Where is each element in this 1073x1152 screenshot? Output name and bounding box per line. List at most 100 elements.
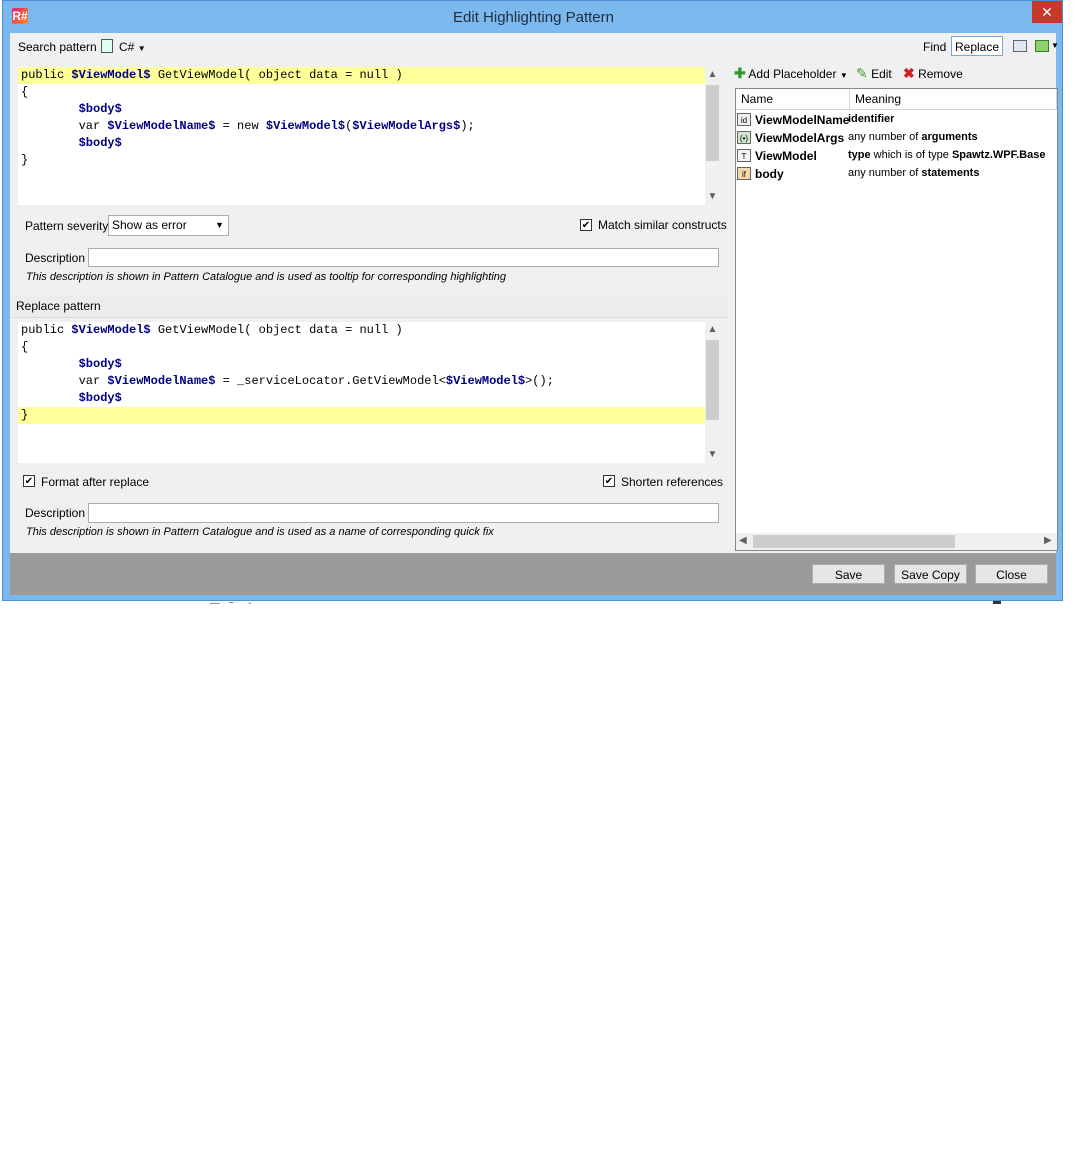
replace-description-hint: This description is shown in Pattern Cat… <box>26 526 494 538</box>
options-icon[interactable] <box>1013 40 1027 52</box>
shorten-references-label: Shorten references <box>621 475 724 489</box>
save-copy-button[interactable]: Save Copy <box>894 564 967 584</box>
placeholder-token: $ViewModel$ <box>265 119 346 133</box>
find-mode-button[interactable]: Find <box>923 40 946 54</box>
shorten-references-checkbox[interactable]: ✔ <box>603 475 615 487</box>
meaning-text: type <box>848 149 871 161</box>
window-title: Edit Highlighting Pattern <box>453 9 614 26</box>
match-similar-checkbox[interactable]: ✔ <box>580 219 592 231</box>
meaning-text: any number of <box>848 131 922 143</box>
language-value: C# <box>119 40 135 54</box>
chevron-down-icon: ▼ <box>839 71 848 80</box>
code-line: { <box>18 84 705 101</box>
code-token: public <box>21 323 72 337</box>
meaning-text: arguments <box>921 131 978 143</box>
placeholder-row[interactable]: if body any number of statements <box>736 165 1057 183</box>
code-token: ); <box>460 119 475 133</box>
pattern-severity-label: Pattern severity <box>25 219 109 233</box>
chevron-down-icon[interactable]: ▼ <box>1051 41 1059 50</box>
search-description-label: Description <box>25 251 86 265</box>
code-line: $body$ <box>18 390 705 407</box>
arguments-icon: (•) <box>737 131 751 144</box>
placeholder-meaning: any number of arguments <box>848 131 978 143</box>
pattern-severity-value: Show as error <box>112 218 187 232</box>
column-header-meaning[interactable]: Meaning <box>850 89 1057 110</box>
column-header-name[interactable]: Name <box>736 89 850 110</box>
code-token: = _serviceLocator.GetViewModel< <box>215 374 446 388</box>
replace-description-input[interactable] <box>88 503 719 523</box>
remove-placeholder-button[interactable]: ✖ Remove <box>903 65 963 82</box>
scroll-thumb[interactable] <box>753 535 955 548</box>
code-token: } <box>21 153 29 167</box>
remove-label: Remove <box>918 67 963 81</box>
code-token: var <box>21 374 108 388</box>
code-line: var $ViewModelName$ = _serviceLocator.Ge… <box>18 373 705 390</box>
placeholder-token: $ViewModelArgs$ <box>352 119 461 133</box>
view-options-icon[interactable] <box>1035 40 1049 52</box>
add-placeholder-button[interactable]: ✚ Add Placeholder ▼ <box>734 65 848 82</box>
code-line: } <box>18 152 705 169</box>
placeholder-name: ViewModelName <box>755 113 850 127</box>
close-button[interactable]: Close <box>975 564 1048 584</box>
placeholder-name: body <box>755 167 784 181</box>
replace-editor-scrollbar[interactable]: ▲ ▼ <box>705 322 720 463</box>
scroll-down-icon[interactable]: ▼ <box>705 191 720 202</box>
meaning-text: which is of type <box>870 149 952 161</box>
placeholder-token: $body$ <box>78 391 122 405</box>
placeholder-token: $body$ <box>78 357 122 371</box>
placeholder-meaning: type which is of type Spawtz.WPF.Base <box>848 149 1045 161</box>
placeholder-toolbar: ✚ Add Placeholder ▼ ✎ Edit ✖ Remove <box>734 61 1060 85</box>
dialog-window: R# Edit Highlighting Pattern ✕ Search pa… <box>2 0 1063 601</box>
code-line: $body$ <box>18 101 705 118</box>
plus-icon: ✚ <box>734 65 746 81</box>
placeholder-row[interactable]: (•) ViewModelArgs any number of arguments <box>736 129 1057 147</box>
code-line: public $ViewModel$ GetViewModel( object … <box>18 67 705 84</box>
save-button[interactable]: Save <box>812 564 885 584</box>
replace-mode-button[interactable]: Replace <box>951 36 1003 56</box>
edit-placeholder-button[interactable]: ✎ Edit <box>856 65 892 82</box>
code-token: var <box>21 119 108 133</box>
replace-description-label: Description <box>25 506 86 520</box>
language-selector[interactable]: C# ▼ <box>119 40 146 54</box>
search-description-input[interactable] <box>88 248 719 267</box>
code-token: GetViewModel( object data = null ) <box>150 323 403 337</box>
placeholder-name: ViewModelArgs <box>755 131 845 145</box>
replace-pattern-label: Replace pattern <box>16 299 101 313</box>
scroll-left-icon[interactable]: ◀ <box>739 535 747 546</box>
scroll-thumb[interactable] <box>706 85 719 161</box>
meaning-text: any number of <box>848 167 922 179</box>
replace-pattern-editor[interactable]: public $ViewModel$ GetViewModel( object … <box>18 322 720 463</box>
search-pattern-label: Search pattern <box>18 40 97 54</box>
code-line: public $ViewModel$ GetViewModel( object … <box>18 322 705 339</box>
code-token: GetViewModel( object data = null ) <box>150 68 403 82</box>
scroll-up-icon[interactable]: ▲ <box>705 69 720 80</box>
scroll-thumb[interactable] <box>706 340 719 420</box>
remove-icon: ✖ <box>903 65 915 81</box>
edit-label: Edit <box>871 67 892 81</box>
scroll-up-icon[interactable]: ▲ <box>705 324 720 335</box>
identifier-icon: id <box>737 113 751 126</box>
placeholder-row[interactable]: T ViewModel type which is of type Spawtz.W… <box>736 147 1057 165</box>
search-editor-scrollbar[interactable]: ▲ ▼ <box>705 67 720 205</box>
code-line: { <box>18 339 705 356</box>
pattern-severity-select[interactable]: Show as error ▼ <box>108 215 229 236</box>
chevron-down-icon: ▼ <box>137 44 146 53</box>
search-pattern-editor[interactable]: public $ViewModel$ GetViewModel( object … <box>18 67 720 205</box>
statement-icon: if <box>737 167 751 180</box>
code-line: $body$ <box>18 356 705 373</box>
code-token: >(); <box>525 374 554 388</box>
close-window-button[interactable]: ✕ <box>1032 1 1062 23</box>
dialog-body: Search pattern C# ▼ Find Replace ▼ publi… <box>10 33 1059 553</box>
placeholder-table[interactable]: Name Meaning id ViewModelName identifier (•… <box>735 88 1058 551</box>
format-after-replace-checkbox[interactable]: ✔ <box>23 475 35 487</box>
code-line: var $ViewModelName$ = new $ViewModel$($V… <box>18 118 705 135</box>
horizontal-scrollbar[interactable]: ◀ ▶ <box>736 533 1057 550</box>
scroll-right-icon[interactable]: ▶ <box>1044 535 1052 546</box>
code-token: } <box>21 408 29 422</box>
placeholder-row[interactable]: id ViewModelName identifier <box>736 111 1057 129</box>
scroll-down-icon[interactable]: ▼ <box>705 449 720 460</box>
